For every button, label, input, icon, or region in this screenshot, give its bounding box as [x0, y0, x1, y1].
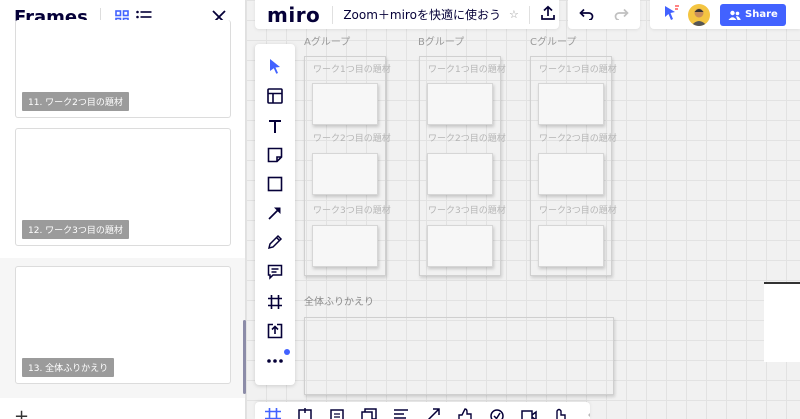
- sticky-note[interactable]: [538, 225, 604, 267]
- sticky-note[interactable]: [538, 153, 604, 195]
- collapse-icon[interactable]: [585, 407, 590, 419]
- group-label-c: Cグループ: [530, 37, 577, 48]
- topic-label: ワーク2つ目の題材: [313, 134, 391, 144]
- offscreen-frame[interactable]: [764, 282, 800, 362]
- frame-thumbnail[interactable]: 12. ワーク3つ目の題材: [15, 128, 231, 246]
- group-label-a: Aグループ: [304, 37, 351, 48]
- sticky-note[interactable]: [538, 83, 604, 125]
- star-icon[interactable]: ☆: [509, 8, 519, 21]
- activity-icon[interactable]: [489, 407, 505, 419]
- topic-label: ワーク3つ目の題材: [539, 206, 617, 216]
- group-label-b: Bグループ: [418, 37, 465, 48]
- arrow-icon[interactable]: [263, 201, 287, 225]
- avatar[interactable]: [688, 3, 710, 26]
- sticky-note[interactable]: [427, 83, 493, 125]
- users-icon: [728, 10, 741, 20]
- sticky-note[interactable]: [312, 83, 378, 125]
- frame-thumbnail[interactable]: 11. ワーク2つ目の題材: [15, 20, 231, 118]
- topic-label: ワーク1つ目の題材: [313, 65, 391, 75]
- creation-toolbar: [255, 44, 295, 385]
- reflection-label: 全体ふりかえり: [304, 297, 374, 308]
- collaboration-group: Share: [650, 0, 800, 29]
- template-icon[interactable]: [263, 84, 287, 108]
- bottom-toolbar: [255, 402, 590, 419]
- notes-icon[interactable]: [329, 407, 345, 419]
- sticky-note[interactable]: [312, 225, 378, 267]
- header-divider: [332, 5, 334, 24]
- redo-icon[interactable]: [614, 5, 630, 24]
- upload-icon[interactable]: [263, 319, 287, 343]
- text-icon[interactable]: [263, 114, 287, 138]
- topic-label: ワーク2つ目の題材: [539, 134, 617, 144]
- vote-icon[interactable]: [457, 407, 473, 419]
- undo-redo-group: [568, 0, 640, 29]
- frame-label: 12. ワーク3つ目の題材: [22, 220, 129, 239]
- cursor-icon[interactable]: [263, 54, 287, 78]
- shape-icon[interactable]: [263, 172, 287, 196]
- frame-icon[interactable]: [263, 290, 287, 314]
- comment-icon[interactable]: [263, 260, 287, 284]
- timer-icon[interactable]: [297, 407, 313, 419]
- miro-logo[interactable]: miro: [255, 3, 320, 27]
- presentation-icon[interactable]: [361, 407, 377, 419]
- undo-icon[interactable]: [578, 5, 594, 24]
- export-icon[interactable]: [540, 5, 556, 25]
- panel-scrollbar[interactable]: [243, 320, 246, 394]
- topic-label: ワーク1つ目の題材: [539, 65, 617, 75]
- frame-label: 13. 全体ふりかえり: [22, 358, 115, 377]
- sticky-note[interactable]: [312, 153, 378, 195]
- pen-icon[interactable]: [263, 230, 287, 254]
- sticky-note-icon[interactable]: [263, 143, 287, 167]
- list-icon[interactable]: [393, 407, 409, 419]
- frames-panel: Frames 11. ワーク2つ目の題材 12. ワーク3つ目の題材 13. 全…: [0, 0, 246, 419]
- sticky-note[interactable]: [427, 225, 493, 267]
- notification-dot: [284, 349, 290, 355]
- topic-label: ワーク1つ目の題材: [428, 65, 506, 75]
- frames-icon[interactable]: [265, 407, 281, 419]
- share-button[interactable]: Share: [720, 3, 786, 26]
- add-frame-button[interactable]: +: [14, 406, 29, 419]
- board-name[interactable]: Zoom＋miroを快適に使おう: [343, 6, 501, 23]
- topic-label: ワーク3つ目の題材: [313, 206, 391, 216]
- topic-label: ワーク3つ目の題材: [428, 206, 506, 216]
- bring-collaborators-icon[interactable]: [662, 4, 680, 26]
- frame-label: 11. ワーク2つ目の題材: [22, 92, 129, 111]
- share-label: Share: [745, 9, 778, 20]
- video-icon[interactable]: [521, 407, 537, 419]
- sticky-note[interactable]: [427, 153, 493, 195]
- fullscreen-icon[interactable]: [425, 407, 441, 419]
- apps-icon[interactable]: [553, 407, 569, 419]
- topic-label: ワーク2つ目の題材: [428, 134, 506, 144]
- header-divider: [528, 5, 530, 24]
- board-header: miro Zoom＋miroを快適に使おう ☆: [255, 0, 559, 29]
- frame-thumbnail[interactable]: 13. 全体ふりかえり: [15, 266, 231, 384]
- reflection-frame[interactable]: [304, 317, 614, 395]
